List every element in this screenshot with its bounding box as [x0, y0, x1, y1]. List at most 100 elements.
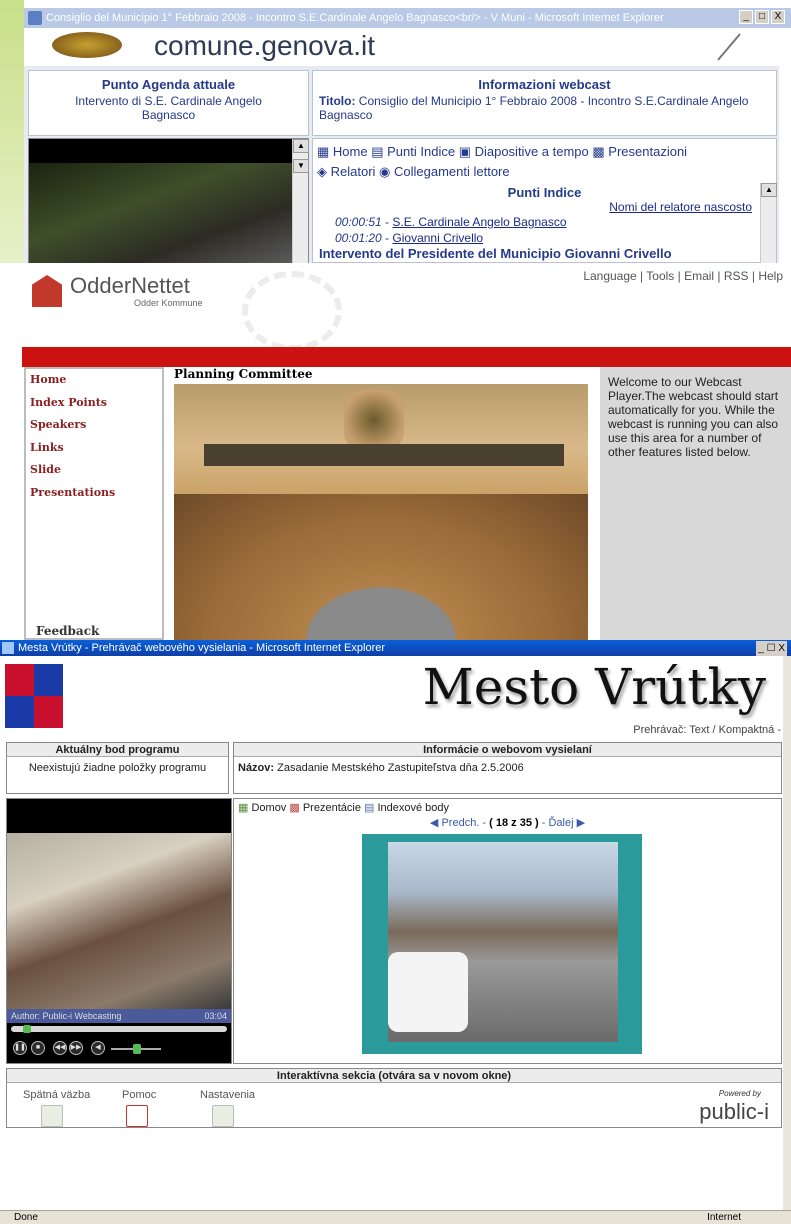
- nav-presentations[interactable]: Presentations: [26, 482, 162, 505]
- slide-image: [388, 842, 618, 1042]
- next-arrow-icon[interactable]: ▶: [577, 817, 585, 829]
- tab-presentations[interactable]: ▩ Presentazioni: [592, 144, 687, 159]
- scroll-up-icon[interactable]: ▲: [293, 139, 309, 153]
- webcast-title: Consiglio del Municipio 1° Febbraio 2008…: [319, 94, 749, 122]
- next-link[interactable]: Ďalej: [548, 817, 573, 829]
- interactive-header: Interaktívna sekcia (otvára sa v novom o…: [7, 1069, 781, 1083]
- nav-links[interactable]: Links: [26, 437, 162, 460]
- council-bench: [204, 444, 564, 466]
- settings-icon[interactable]: [212, 1105, 234, 1127]
- stop-icon[interactable]: ■: [31, 1041, 45, 1055]
- tab-home[interactable]: ▦ Domov: [238, 802, 286, 814]
- tab-timed-slides[interactable]: ▣ Diapositive a tempo: [459, 144, 589, 159]
- video-player[interactable]: [174, 384, 588, 640]
- window-buttons[interactable]: _ ☐ X: [756, 641, 787, 656]
- index-list: 00:00:51 - S.E. Cardinale Angelo Bagnasc…: [313, 214, 776, 246]
- video-scrollbar[interactable]: ▲ ▼: [292, 139, 309, 263]
- city-crest-logo: [52, 32, 122, 58]
- coa-quarter: [34, 664, 63, 696]
- feedback-label: Spätná väzba: [23, 1089, 91, 1101]
- ie-icon: [2, 642, 14, 654]
- nav-slide[interactable]: Slide: [26, 459, 162, 482]
- site-logo: OdderNettet: [70, 273, 190, 298]
- agenda-text: Intervento di S.E. Cardinale Angelo Bagn…: [75, 94, 262, 122]
- index-scrollbar[interactable]: ▲: [760, 183, 777, 263]
- site-domain: comune.genova.it: [154, 30, 376, 61]
- info-box: Informácie o webovom vysielaní Názov: Za…: [233, 742, 782, 794]
- tab-presentations[interactable]: ▩ Prezentácie: [289, 802, 361, 814]
- index-header: Punti Indice: [507, 185, 582, 200]
- nav-speakers[interactable]: Speakers: [26, 414, 162, 437]
- window-title: Consiglio del Municipio 1° Febbraio 2008…: [46, 12, 664, 24]
- help-label: Pomoc: [122, 1089, 157, 1101]
- tab-speakers[interactable]: ◈ Relatori: [317, 164, 375, 179]
- window-titlebar: Consiglio del Municipio 1° Febbraio 2008…: [24, 8, 791, 28]
- presentation-icon: ▩: [289, 802, 300, 814]
- agenda-header: Punto Agenda attuale: [101, 77, 236, 92]
- site-header: comune.genova.it: [24, 28, 791, 66]
- home-icon: ▦: [238, 802, 249, 814]
- index-item-link[interactable]: Giovanni Crivello: [392, 231, 483, 245]
- seek-handle[interactable]: [23, 1025, 31, 1033]
- page-scrollbar[interactable]: [783, 656, 791, 1210]
- chamber-floor: [174, 494, 588, 640]
- ie-icon: [28, 11, 42, 25]
- site-subtitle: Odder Kommune: [134, 298, 203, 308]
- nav-home[interactable]: Home: [26, 369, 162, 392]
- tab-home[interactable]: ▦ Home: [317, 144, 368, 159]
- agenda-header: Aktuálny bod programu: [7, 743, 228, 757]
- volume-slider[interactable]: [111, 1044, 161, 1054]
- index-item-link[interactable]: S.E. Cardinale Angelo Bagnasco: [392, 215, 566, 229]
- minimize-button[interactable]: _: [739, 10, 753, 24]
- help-icon[interactable]: [126, 1105, 148, 1127]
- index-heading-cut: Intervento del Presidente del Municipio …: [319, 246, 672, 261]
- scroll-down-icon[interactable]: ▼: [293, 159, 309, 173]
- info-box: Informazioni webcast Titolo: Consiglio d…: [312, 70, 777, 136]
- video-frame: [7, 833, 231, 1009]
- agenda-box: Aktuálny bod programu Neexistujú žiadne …: [6, 742, 229, 794]
- slide-counter: ( 18 z 35 ): [489, 817, 539, 829]
- tab-index-points[interactable]: ▤ Punti Indice: [371, 144, 455, 159]
- index-icon: ▤: [364, 802, 375, 814]
- genova-webcast-window: Consiglio del Municipio 1° Febbraio 2008…: [0, 0, 791, 263]
- rewind-icon[interactable]: ◀◀: [53, 1041, 67, 1055]
- top-links[interactable]: Language | Tools | Email | RSS | Help: [583, 269, 783, 283]
- prev-arrow-icon[interactable]: ◀: [430, 817, 438, 829]
- agenda-box: Punto Agenda attuale Intervento di S.E. …: [28, 70, 309, 136]
- volume-icon[interactable]: ◀: [91, 1041, 105, 1055]
- player-mode-links[interactable]: Prehrávač: Text / Kompaktná -: [633, 724, 781, 736]
- interactive-section: Interaktívna sekcia (otvára sa v novom o…: [6, 1068, 782, 1128]
- maximize-button[interactable]: □: [755, 10, 769, 24]
- hide-speaker-names-link[interactable]: Nomi del relatore nascosto: [609, 200, 752, 214]
- video-player[interactable]: Author: Public-i Webcasting 03:04 ❚❚ ■ ◀…: [6, 798, 232, 1064]
- video-time: 03:04: [204, 1011, 227, 1021]
- seek-bar[interactable]: [11, 1025, 227, 1033]
- video-author: Author: Public-i Webcasting: [11, 1011, 122, 1021]
- settings-label: Nastavenia: [200, 1089, 256, 1101]
- city-name: Mesto Vrútky: [422, 658, 766, 716]
- pause-icon[interactable]: ❚❚: [13, 1041, 27, 1055]
- vrutky-webcast-window: Mesta Vrútky - Prehrávač webového vysiel…: [0, 640, 791, 1224]
- public-i-logo: public-i: [699, 1099, 769, 1124]
- video-player[interactable]: ▲ ▼: [28, 138, 309, 263]
- powered-by-label: Powered by: [718, 1089, 761, 1098]
- tab-index-points[interactable]: ▤ Indexové body: [364, 802, 449, 814]
- welcome-text: Welcome to our Webcast Player.The webcas…: [600, 367, 791, 640]
- volume-handle[interactable]: [133, 1044, 141, 1054]
- close-button[interactable]: X: [771, 10, 785, 24]
- decorative-pen-icon: [717, 33, 741, 61]
- odder-webcast-window: OdderNettet Odder Kommune Language | Too…: [22, 263, 791, 640]
- scroll-up-icon[interactable]: ▲: [761, 183, 777, 197]
- forward-icon[interactable]: ▶▶: [69, 1041, 83, 1055]
- status-text: Done: [14, 1212, 38, 1223]
- prev-link[interactable]: Predch.: [441, 817, 479, 829]
- window-titlebar: Mesta Vrútky - Prehrávač webového vysiel…: [0, 640, 791, 656]
- window-title: Mesta Vrútky - Prehrávač webového vysiel…: [18, 642, 386, 654]
- feedback-link[interactable]: Feedback: [36, 624, 99, 638]
- sidebar-nav: Home Index Points Speakers Links Slide P…: [24, 367, 164, 640]
- nav-index-points[interactable]: Index Points: [26, 392, 162, 415]
- feedback-icon[interactable]: [41, 1105, 63, 1127]
- index-item: 00:00:51 - S.E. Cardinale Angelo Bagnasc…: [335, 215, 567, 229]
- coat-of-arms-logo: [5, 664, 63, 728]
- tab-player-links[interactable]: ◉ Collegamenti lettore: [379, 164, 510, 179]
